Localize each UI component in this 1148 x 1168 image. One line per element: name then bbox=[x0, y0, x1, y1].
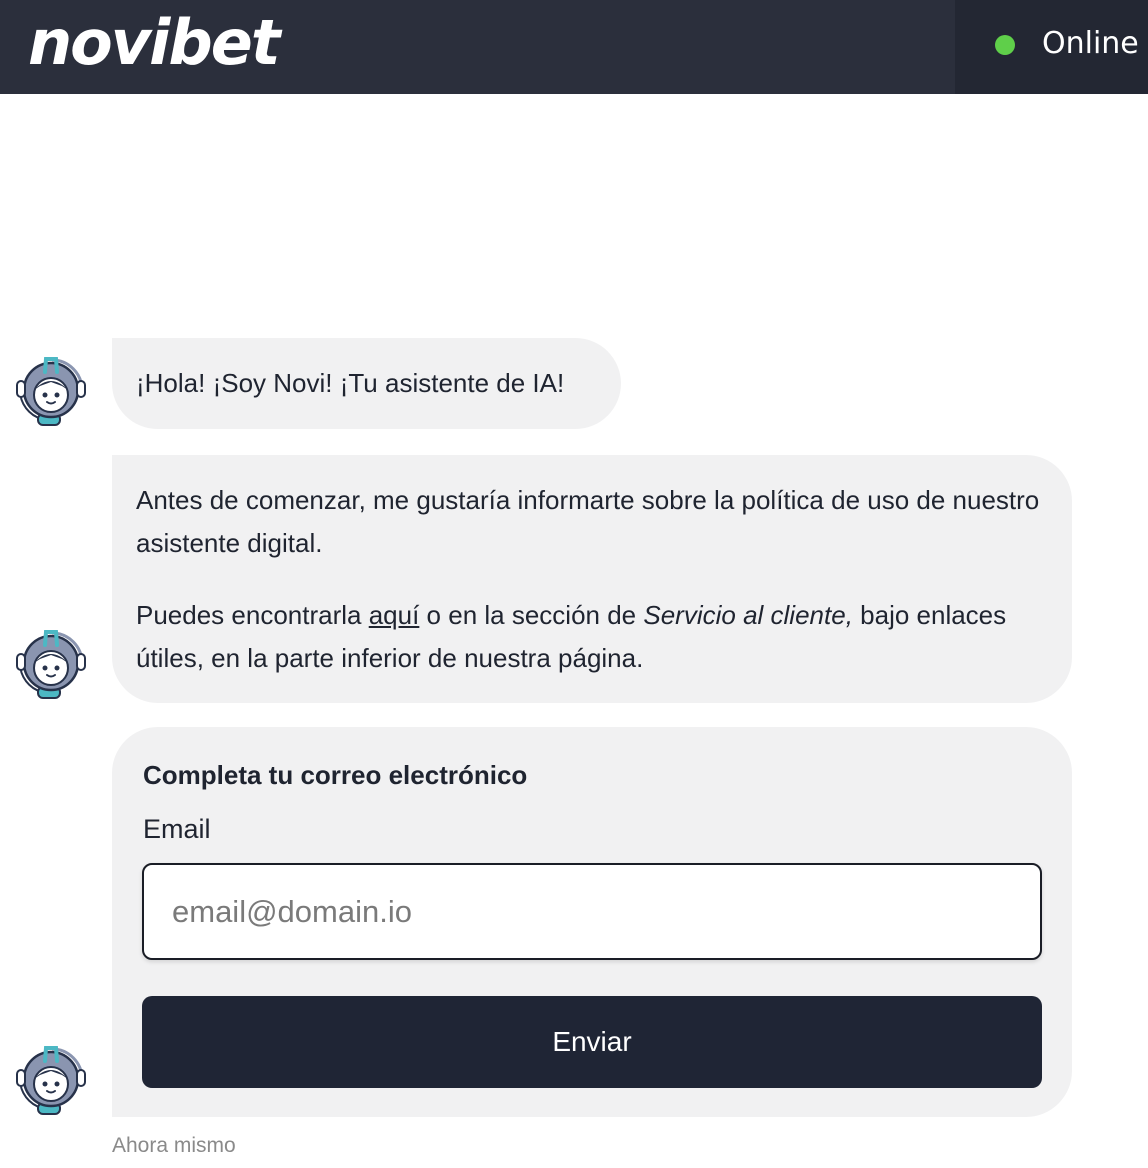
policy-paragraph: Antes de comenzar, me gustaría informart… bbox=[136, 485, 1040, 558]
top-header: novibet Online bbox=[0, 0, 1148, 94]
status-label: Online bbox=[1042, 26, 1139, 61]
message-timestamp: Ahora mismo bbox=[112, 1134, 236, 1157]
bot-message-greeting: ¡Hola! ¡Soy Novi! ¡Tu asistente de IA! bbox=[112, 338, 621, 429]
policy-link-paragraph: Puedes encontrarla aquí o en la sección … bbox=[136, 594, 1048, 680]
email-input[interactable] bbox=[142, 863, 1042, 960]
message-text: ¡Hola! ¡Soy Novi! ¡Tu asistente de IA! bbox=[136, 368, 565, 398]
policy-link[interactable]: aquí bbox=[369, 600, 420, 630]
email-label: Email bbox=[143, 814, 211, 844]
bot-avatar-icon bbox=[12, 352, 90, 430]
online-status-dot-icon bbox=[995, 35, 1015, 55]
customer-service-text: Servicio al cliente, bbox=[643, 600, 853, 630]
bot-avatar-icon bbox=[12, 625, 90, 703]
novibet-logo[interactable]: novibet bbox=[28, 8, 280, 78]
status-indicator: Online bbox=[955, 0, 1148, 94]
bot-message-policy: Antes de comenzar, me gustaría informart… bbox=[112, 455, 1072, 703]
bot-avatar-icon bbox=[12, 1041, 90, 1119]
form-title: Completa tu correo electrónico bbox=[143, 760, 528, 790]
text-segment: o en la sección de bbox=[419, 600, 644, 630]
send-button[interactable]: Enviar bbox=[142, 996, 1042, 1088]
email-form-card: Completa tu correo electrónico Email Env… bbox=[112, 727, 1072, 1117]
text-segment: Puedes encontrarla bbox=[136, 600, 369, 630]
